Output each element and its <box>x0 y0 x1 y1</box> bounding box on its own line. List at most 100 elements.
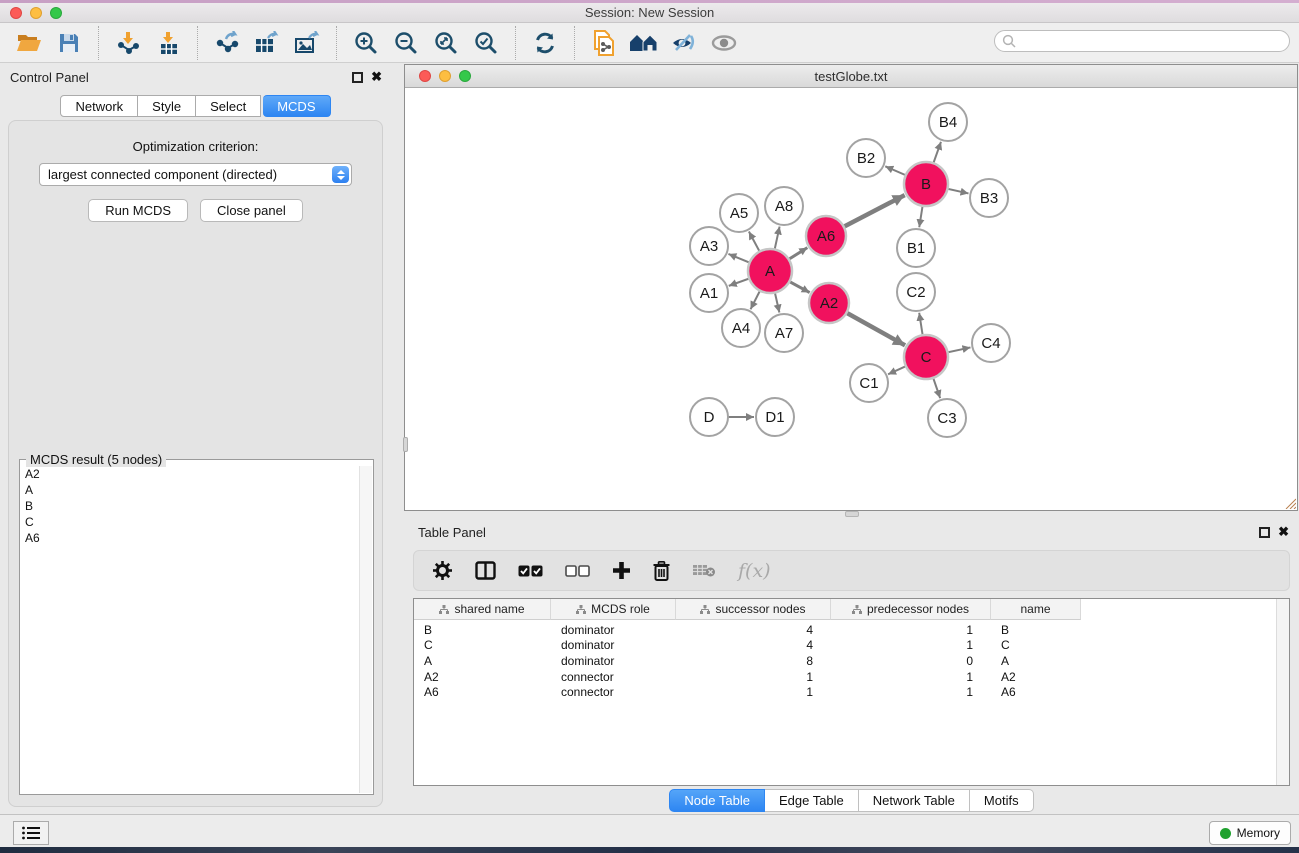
mcds-tab-content: Optimization criterion: largest connecte… <box>8 120 383 807</box>
import-network-button[interactable] <box>108 26 148 60</box>
function-builder-button[interactable]: f(x) <box>738 560 771 582</box>
mcds-result-item[interactable]: C <box>25 514 359 530</box>
node-A8[interactable]: A8 <box>765 187 803 225</box>
table-row[interactable]: A2connector11A2 <box>414 669 1275 685</box>
mcds-result-list[interactable]: A2ABCA6 <box>21 466 359 793</box>
save-session-button[interactable] <box>49 26 89 60</box>
search-field[interactable] <box>994 30 1290 52</box>
export-image-button[interactable] <box>287 26 327 60</box>
control-panel-header: Control Panel ✖ <box>0 63 391 91</box>
tab-network[interactable]: Network <box>60 95 138 117</box>
table-row[interactable]: Cdominator41C <box>414 638 1275 654</box>
tab-motifs[interactable]: Motifs <box>970 789 1034 812</box>
import-table-button[interactable] <box>148 26 188 60</box>
tab-edge-table[interactable]: Edge Table <box>765 789 859 812</box>
network-canvas[interactable]: A B C A2 A6 A1 A3 A4 A5 A7 A8 B1 B2 B3B4 C1 C2 C3C4 D D1 <box>405 89 1297 510</box>
node-A4[interactable]: A4 <box>722 309 760 347</box>
tab-mcds[interactable]: MCDS <box>263 95 330 117</box>
open-session-button[interactable] <box>9 26 49 60</box>
delete-table-button[interactable] <box>692 563 716 578</box>
criterion-select[interactable]: largest connected component (directed) <box>39 163 352 186</box>
show-columns-button[interactable] <box>475 561 496 580</box>
task-history-button[interactable] <box>13 821 49 845</box>
table-row[interactable]: Adominator80A <box>414 653 1275 669</box>
node-label: C2 <box>906 284 925 301</box>
tab-network-table[interactable]: Network Table <box>859 789 970 812</box>
float-panel-icon[interactable] <box>352 72 363 83</box>
mcds-result-item[interactable]: A2 <box>25 466 359 482</box>
network-graph[interactable]: A B C A2 A6 A1 A3 A4 A5 A7 A8 B1 B2 B3B4 C1 C2 C3C4 D D1 <box>405 89 1297 510</box>
node-A[interactable]: A <box>748 249 792 293</box>
node-label: D1 <box>765 409 784 426</box>
node-B3[interactable]: B3 <box>970 179 1008 217</box>
export-network-button[interactable] <box>207 26 247 60</box>
deselect-all-columns-button[interactable] <box>565 565 590 577</box>
refresh-layout-button[interactable] <box>525 26 565 60</box>
refresh-icon <box>533 31 557 55</box>
column-header-name[interactable]: name <box>991 599 1081 620</box>
add-column-button[interactable] <box>612 561 631 580</box>
node-B4[interactable]: B4 <box>929 103 967 141</box>
delete-columns-button[interactable] <box>653 561 670 581</box>
node-A5[interactable]: A5 <box>720 194 758 232</box>
table-cell: B <box>991 623 1081 637</box>
table-scrollbar[interactable] <box>1276 599 1289 785</box>
node-label: C1 <box>859 375 878 392</box>
select-all-columns-button[interactable] <box>518 565 543 577</box>
column-header-mcds-role[interactable]: MCDS role <box>551 599 676 620</box>
node-B[interactable]: B <box>904 162 948 206</box>
node-A7[interactable]: A7 <box>765 314 803 352</box>
resize-grip-icon[interactable] <box>1284 497 1296 509</box>
node-A3[interactable]: A3 <box>690 227 728 265</box>
node-C1[interactable]: C1 <box>850 364 888 402</box>
column-header-predecessor-nodes[interactable]: predecessor nodes <box>831 599 991 620</box>
zoom-fit-button[interactable] <box>426 26 466 60</box>
tab-select[interactable]: Select <box>196 95 261 117</box>
table-row[interactable]: A6connector11A6 <box>414 684 1275 700</box>
close-panel-icon[interactable]: ✖ <box>371 69 382 85</box>
node-D[interactable]: D <box>690 398 728 436</box>
zoom-in-button[interactable] <box>346 26 386 60</box>
column-header-successor-nodes[interactable]: successor nodes <box>676 599 831 620</box>
close-table-panel-icon[interactable]: ✖ <box>1278 524 1289 540</box>
column-header-shared-name[interactable]: shared name <box>414 599 551 620</box>
mcds-result-item[interactable]: A <box>25 482 359 498</box>
hide-selected-button[interactable] <box>664 26 704 60</box>
panel-divider-handle[interactable] <box>403 437 408 452</box>
node-C2[interactable]: C2 <box>897 273 935 311</box>
node-B2[interactable]: B2 <box>847 139 885 177</box>
node-A2[interactable]: A2 <box>809 283 849 323</box>
table-cell: A <box>991 654 1081 668</box>
network-window-titlebar: testGlobe.txt <box>405 65 1297 88</box>
open-folder-icon <box>16 32 42 54</box>
mcds-result-item[interactable]: A6 <box>25 530 359 546</box>
node-D1[interactable]: D1 <box>756 398 794 436</box>
mcds-scrollbar[interactable] <box>359 466 372 793</box>
tab-node-table[interactable]: Node Table <box>669 789 765 812</box>
duplicate-network-button[interactable] <box>584 26 624 60</box>
float-table-panel-icon[interactable] <box>1259 527 1270 538</box>
node-table[interactable]: shared nameMCDS rolesuccessor nodesprede… <box>413 598 1290 786</box>
zoom-selected-button[interactable] <box>466 26 506 60</box>
node-C[interactable]: C <box>904 335 948 379</box>
node-A1[interactable]: A1 <box>690 274 728 312</box>
table-body: Bdominator41BCdominator41CAdominator80AA… <box>414 622 1275 700</box>
run-mcds-button[interactable]: Run MCDS <box>88 199 188 222</box>
table-cell: B <box>414 623 551 637</box>
close-panel-button[interactable]: Close panel <box>200 199 303 222</box>
home-view-icon-button[interactable] <box>624 26 664 60</box>
zoom-out-button[interactable] <box>386 26 426 60</box>
table-cell: 4 <box>676 623 831 637</box>
node-C4[interactable]: C4 <box>972 324 1010 362</box>
search-input[interactable] <box>1017 32 1289 50</box>
table-row[interactable]: Bdominator41B <box>414 622 1275 638</box>
node-C3[interactable]: C3 <box>928 399 966 437</box>
node-A6[interactable]: A6 <box>806 216 846 256</box>
tab-style[interactable]: Style <box>138 95 196 117</box>
node-B1[interactable]: B1 <box>897 229 935 267</box>
show-all-button[interactable] <box>704 26 744 60</box>
export-table-button[interactable] <box>247 26 287 60</box>
memory-button[interactable]: Memory <box>1209 821 1291 845</box>
table-settings-button[interactable] <box>432 560 453 581</box>
mcds-result-item[interactable]: B <box>25 498 359 514</box>
